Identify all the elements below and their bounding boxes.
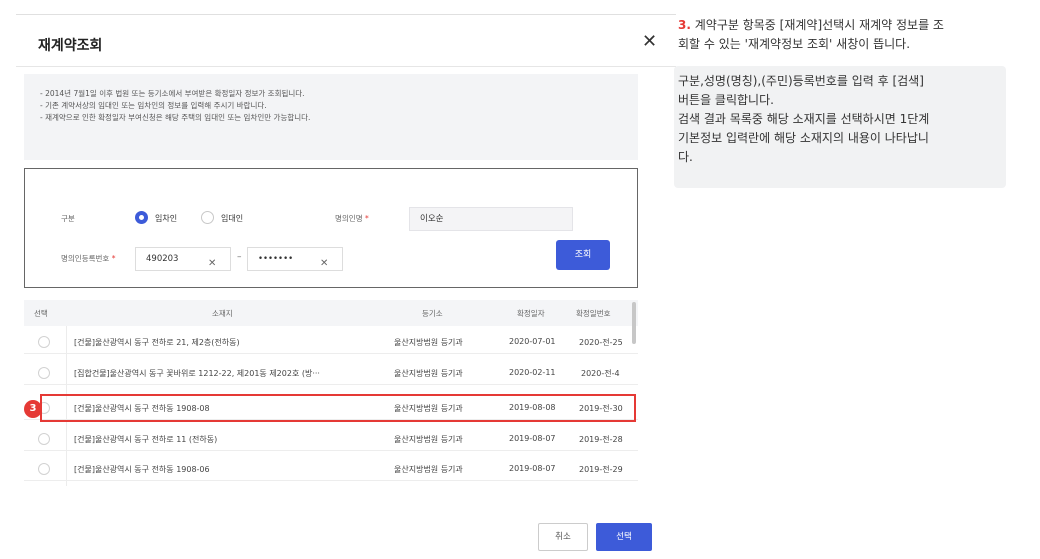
row-number: 2019-전-28: [579, 435, 623, 444]
row-number: 2020-전-4: [581, 369, 620, 378]
row-radio[interactable]: [38, 336, 50, 348]
explanation-step: 3. 계약구분 항목중 [재계약]선택시 재계약 정보를 조 회할 수 있는 '…: [678, 16, 1008, 54]
search-button[interactable]: 조회: [556, 240, 610, 270]
id-dash: –: [237, 252, 242, 262]
clear-icon[interactable]: ✕: [208, 253, 216, 275]
table-row[interactable]: [건물]울산광역시 동구 전하로 21, 제2층(전하동) 울산지방법원 등기과…: [24, 331, 638, 354]
name-field[interactable]: 이오순: [409, 207, 573, 231]
header-address: 소재지: [212, 309, 233, 318]
close-icon[interactable]: ✕: [642, 31, 657, 52]
explanation-line: 다.: [678, 150, 693, 164]
explanation-line: 계약구분 항목중 [재계약]선택시 재계약 정보를 조: [690, 18, 944, 32]
row-number: 2019-전-29: [579, 465, 623, 474]
modal-title: 재계약조회: [38, 38, 103, 54]
radio-tenant[interactable]: [135, 211, 148, 224]
id-front-input[interactable]: 490203 ✕: [135, 247, 231, 271]
row-radio[interactable]: [38, 463, 50, 475]
row-address: [건물]울산광역시 동구 전하동 1908-06: [74, 465, 210, 474]
row-office: 울산지방법원 등기과: [394, 338, 463, 347]
row-office: 울산지방법원 등기과: [394, 465, 463, 474]
id-label: 명의인등록번호 *: [61, 253, 115, 264]
header-select: 선택: [34, 309, 48, 318]
radio-tenant-label: 임차인: [155, 214, 178, 223]
row-office: 울산지방법원 등기과: [394, 435, 463, 444]
row-address: [건물]울산광역시 동구 전하로 21, 제2층(전하동): [74, 338, 240, 347]
notice-box: - 2014년 7월1일 이후 법원 또는 등기소에서 부여받은 확정일자 정보…: [24, 74, 638, 160]
row-office: 울산지방법원 등기과: [394, 369, 463, 378]
name-label: 명의인명 *: [335, 213, 369, 224]
row-date: 2019-08-07: [509, 464, 556, 473]
explanation-line: 검색 결과 목록중 해당 소재지를 선택하시면 1단계: [678, 112, 930, 126]
cancel-button[interactable]: 취소: [538, 523, 588, 551]
row-number: 2020-전-25: [579, 338, 623, 347]
table-row[interactable]: [건물]울산광역시 동구 전하로 11 (전하동) 울산지방법원 등기과 201…: [24, 428, 638, 451]
row-radio[interactable]: [38, 367, 50, 379]
explanation-line: 기본정보 입력란에 해당 소재지의 내용이 나타납니: [678, 131, 929, 145]
id-front-value: 490203: [146, 254, 179, 264]
explanation-line: 버튼을 클릭합니다.: [678, 93, 774, 107]
row-date: 2019-08-07: [509, 434, 556, 443]
header-number: 확정일번호: [576, 309, 611, 318]
radio-landlord-label: 임대인: [221, 214, 244, 223]
row-address: [집합건물]울산광역시 동구 꽃바위로 1212-22, 제201동 제202호…: [74, 369, 320, 378]
required-mark: *: [365, 214, 369, 223]
notice-line: - 2014년 7월1일 이후 법원 또는 등기소에서 부여받은 확정일자 정보…: [40, 89, 305, 98]
row-radio[interactable]: [38, 433, 50, 445]
search-form: 구분 임차인 임대인 명의인명 * 이오순 명의인등록번호 * 490203 ✕…: [24, 168, 638, 288]
name-label-text: 명의인명: [335, 214, 363, 223]
required-mark: *: [111, 254, 116, 263]
page: 재계약조회 ✕ - 2014년 7월1일 이후 법원 또는 등기소에서 부여받은…: [0, 0, 1040, 559]
select-button[interactable]: 선택: [596, 523, 652, 551]
table-row[interactable]: [집합건물]울산광역시 동구 꽃바위로 1212-22, 제201동 제202호…: [24, 362, 638, 385]
explanation-line: 회할 수 있는 '재계약정보 조회' 새창이 뜹니다.: [678, 37, 911, 51]
header-office: 등기소: [422, 309, 443, 318]
table-scrollbar[interactable]: [632, 302, 636, 344]
notice-line: - 기존 계약서상의 임대인 또는 임차인의 정보를 입력해 주시기 바랍니다.: [40, 101, 267, 110]
header-date: 확정일자: [517, 309, 545, 318]
radio-landlord[interactable]: [201, 211, 214, 224]
type-label: 구분: [61, 214, 75, 223]
clear-icon[interactable]: ✕: [320, 253, 328, 275]
row-date: 2020-07-01: [509, 337, 556, 346]
table-header: 선택 소재지 등기소 확정일자 확정일번호: [24, 300, 638, 326]
modal-divider: [16, 66, 676, 67]
row-date: 2020-02-11: [509, 368, 556, 377]
row-address: [건물]울산광역시 동구 전하로 11 (전하동): [74, 435, 218, 444]
explanation-line: 구분,성명(명칭),(주민)등록번호를 입력 후 [검색]: [678, 74, 924, 88]
step-badge: 3: [24, 400, 42, 418]
step-number: 3.: [678, 18, 691, 32]
explanation-box: 구분,성명(명칭),(주민)등록번호를 입력 후 [검색] 버튼을 클릭합니다.…: [674, 66, 1006, 188]
id-back-input[interactable]: ••••••• ✕: [247, 247, 343, 271]
id-back-value: •••••••: [258, 254, 294, 264]
results-table: 선택 소재지 등기소 확정일자 확정일번호 [건물]울산광역시 동구 전하로 2…: [24, 300, 638, 486]
id-label-text: 명의인등록번호: [61, 254, 110, 263]
notice-line: - 재계약으로 인한 확정일자 부여신청은 해당 주택의 임대인 또는 임차인만…: [40, 113, 311, 122]
selected-row-highlight: [40, 394, 636, 422]
table-row[interactable]: [건물]울산광역시 동구 전하동 1908-06 울산지방법원 등기과 2019…: [24, 458, 638, 481]
